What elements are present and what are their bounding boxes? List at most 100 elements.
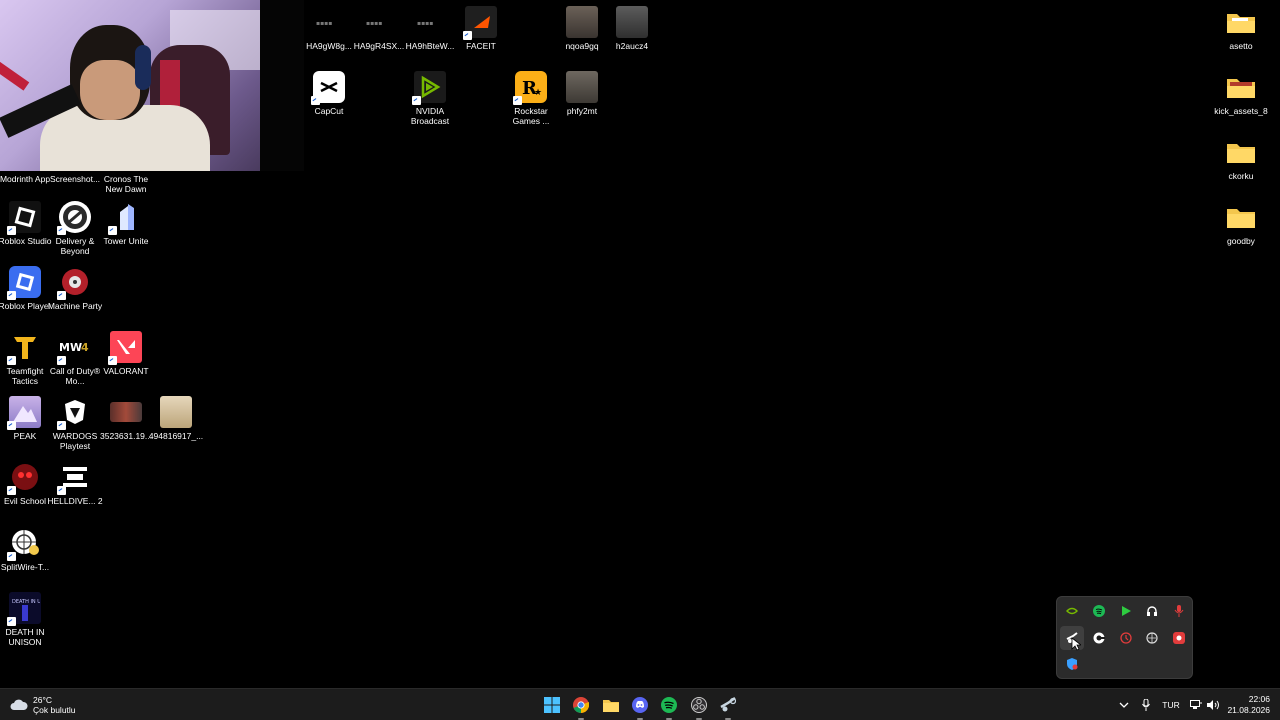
nvidia-tray-icon[interactable] [1060,599,1084,623]
image-file-icon: ▪▪▪▪ [363,6,395,38]
desktop-icon-photo[interactable]: phfy2mt [554,71,610,116]
roblox-studio-icon [7,201,41,235]
speaker-icon [1206,700,1219,710]
photo-file-icon [110,402,142,422]
desktop-icon-valorant[interactable]: VALORANT [98,331,154,376]
folder-icon [1225,201,1257,233]
taskbar-discord[interactable] [628,693,652,720]
start-button[interactable] [540,693,564,717]
recorder-tray-icon[interactable] [1114,626,1138,650]
language-indicator[interactable]: TUR [1158,695,1184,715]
desktop-icon-helldivers[interactable]: HELLDIVE... 2 [47,461,103,506]
taskbar-chrome[interactable] [569,693,593,720]
desktop-icon-nvidia-broadcast[interactable]: NVIDIA Broadcast [402,71,458,126]
svg-text:▪▪▪▪: ▪▪▪▪ [366,20,382,27]
svg-text:★: ★ [534,88,542,98]
desktop-icon-delivery-beyond[interactable]: Delivery & Beyond [47,201,103,256]
evil-school-icon [7,461,41,495]
tower-unite-icon [108,201,142,235]
discord-icon [632,697,648,713]
desktop-icon-capcut[interactable]: CapCut [301,71,357,116]
desktop-icon-call-of-duty[interactable]: MW 4 Call of Duty® Mo... [47,331,103,386]
machine-party-icon [57,266,91,300]
desktop-icon-folder[interactable]: ckorku [1213,136,1269,181]
clock[interactable]: 22:06 21.08.2026 [1227,694,1270,716]
obs-icon [691,697,707,713]
desktop-icon-machine-party[interactable]: Machine Party [47,266,103,311]
peak-icon [7,396,41,430]
desktop-icon-splitwire[interactable]: SplitWire-T... [0,527,53,572]
weather-widget[interactable]: 26°C Çok bulutlu [10,693,76,717]
taskbar-obs[interactable] [687,693,711,720]
network-tray-icon[interactable] [1140,626,1164,650]
photo-file-icon [566,6,598,38]
microphone-icon [1142,699,1150,711]
desktop-icon-image-file[interactable]: ▪▪▪▪ HA9gR4SX... [351,6,407,51]
microphone-status[interactable] [1138,695,1154,715]
rockstar-icon: R ★ [513,71,547,105]
nvidia-broadcast-icon [412,71,446,105]
svg-text:DEATH IN UNISON: DEATH IN UNISON [12,599,40,605]
webcam-overlay [0,0,304,171]
spotify-tray-icon[interactable] [1087,599,1111,623]
folder-icon [1225,71,1257,103]
svg-text:▪▪▪▪: ▪▪▪▪ [316,20,332,27]
defender-tray-icon[interactable] [1060,652,1084,676]
call-of-duty-icon: MW 4 [57,331,91,365]
svg-text:4: 4 [81,341,89,354]
folder-icon [1225,136,1257,168]
taskbar-file-explorer[interactable] [599,693,623,717]
desktop-icon-image-file[interactable]: ▪▪▪▪ HA9gW8g... [301,6,357,51]
splitwire-icon [7,527,41,561]
helldivers-icon [57,461,91,495]
death-in-unison-icon: DEATH IN UNISON [7,592,41,626]
svg-text:MW: MW [59,341,82,354]
network-status[interactable] [1188,695,1204,715]
desktop-icon-photo[interactable]: h2aucz4 [604,6,660,51]
desktop-icon-death-in-unison[interactable]: DEATH IN UNISON DEATH IN UNISON [0,592,53,647]
chevron-up-icon [1119,702,1129,708]
tray-overflow-button[interactable] [1116,695,1132,715]
valorant-icon [108,331,142,365]
desktop-icon-wardogs[interactable]: WARDOGS Playtest [47,396,103,451]
taskbar-steam[interactable] [716,693,740,720]
play-tray-icon[interactable] [1114,599,1138,623]
delivery-beyond-icon [57,201,91,235]
mouse-cursor-icon [1071,637,1081,651]
clock-time: 22:06 [1248,694,1270,704]
desktop-icon-photo[interactable]: 494816917_... [148,396,204,441]
photo-file-icon [160,396,192,428]
network-icon [1190,700,1202,709]
windows-start-icon [544,697,560,713]
weather-condition: Çok bulutlu [33,705,76,715]
desktop-icon-folder[interactable]: asetto [1213,6,1269,51]
headset-tray-icon[interactable] [1140,599,1164,623]
roblox-player-icon [7,266,41,300]
photo-file-icon [616,6,648,38]
desktop-icon-screenshot[interactable]: Screenshot... [47,171,103,184]
taskbar-spotify[interactable] [657,693,681,720]
desktop-icon-image-file[interactable]: ▪▪▪▪ HA9hBteW... [402,6,458,51]
folder-icon [1225,6,1257,38]
cloud-icon [10,699,28,710]
record-tray-icon[interactable] [1167,626,1191,650]
desktop-icon-photo[interactable]: 3523631.19... [98,396,154,441]
microphone-tray-icon[interactable] [1167,599,1191,623]
spotify-icon [661,697,677,713]
clock-date: 21.08.2026 [1227,705,1270,715]
steam-icon [720,697,736,712]
faceit-icon [463,6,497,40]
desktop-icon-faceit[interactable]: FACEIT [453,6,509,51]
desktop-icon-folder[interactable]: goodby [1213,201,1269,246]
desktop-icon-rockstar[interactable]: R ★ Rockstar Games ... [503,71,559,126]
desktop-icon-photo[interactable]: nqoa9gq [554,6,610,51]
taskbar: 26°C Çok bulutlu TUR 22:06 21.08.2026 [0,688,1280,720]
desktop-icon-folder[interactable]: kick_assets_8 [1213,71,1269,116]
epic-tray-icon[interactable] [1087,626,1111,650]
desktop-icon-cronos[interactable]: Cronos The New Dawn [98,171,154,194]
teamfight-tactics-icon [7,331,41,365]
volume-status[interactable] [1205,695,1221,715]
capcut-icon [311,71,345,105]
desktop-icon-tower-unite[interactable]: Tower Unite [98,201,154,246]
image-file-icon: ▪▪▪▪ [414,6,446,38]
